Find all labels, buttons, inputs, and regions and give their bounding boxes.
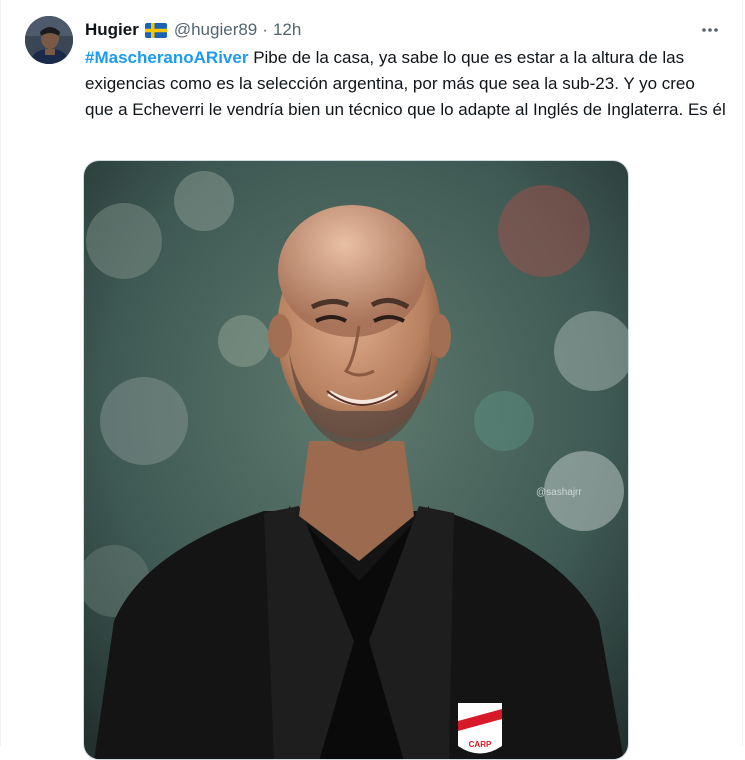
- hashtag-link[interactable]: #MascheranoARiver: [85, 48, 248, 67]
- tweet-header: Hugier @hugier89 · 12h: [85, 18, 726, 42]
- tweet-text: #MascheranoARiver Pibe de la casa, ya sa…: [85, 45, 727, 123]
- tweet-card[interactable]: Hugier @hugier89 · 12h #MascheranoARiver…: [0, 0, 743, 760]
- author-handle[interactable]: @hugier89: [174, 20, 257, 40]
- swedish-flag-icon: [144, 22, 167, 38]
- tweet-photo[interactable]: @sashajrr CARP: [83, 160, 629, 760]
- tweet-timestamp[interactable]: 12h: [273, 20, 301, 40]
- badge-text: CARP: [469, 740, 492, 749]
- more-options-icon[interactable]: [698, 18, 722, 42]
- separator-dot: ·: [262, 20, 268, 39]
- author-name[interactable]: Hugier: [85, 20, 139, 40]
- avatar[interactable]: [25, 16, 73, 64]
- photo-watermark: @sashajrr: [536, 487, 582, 498]
